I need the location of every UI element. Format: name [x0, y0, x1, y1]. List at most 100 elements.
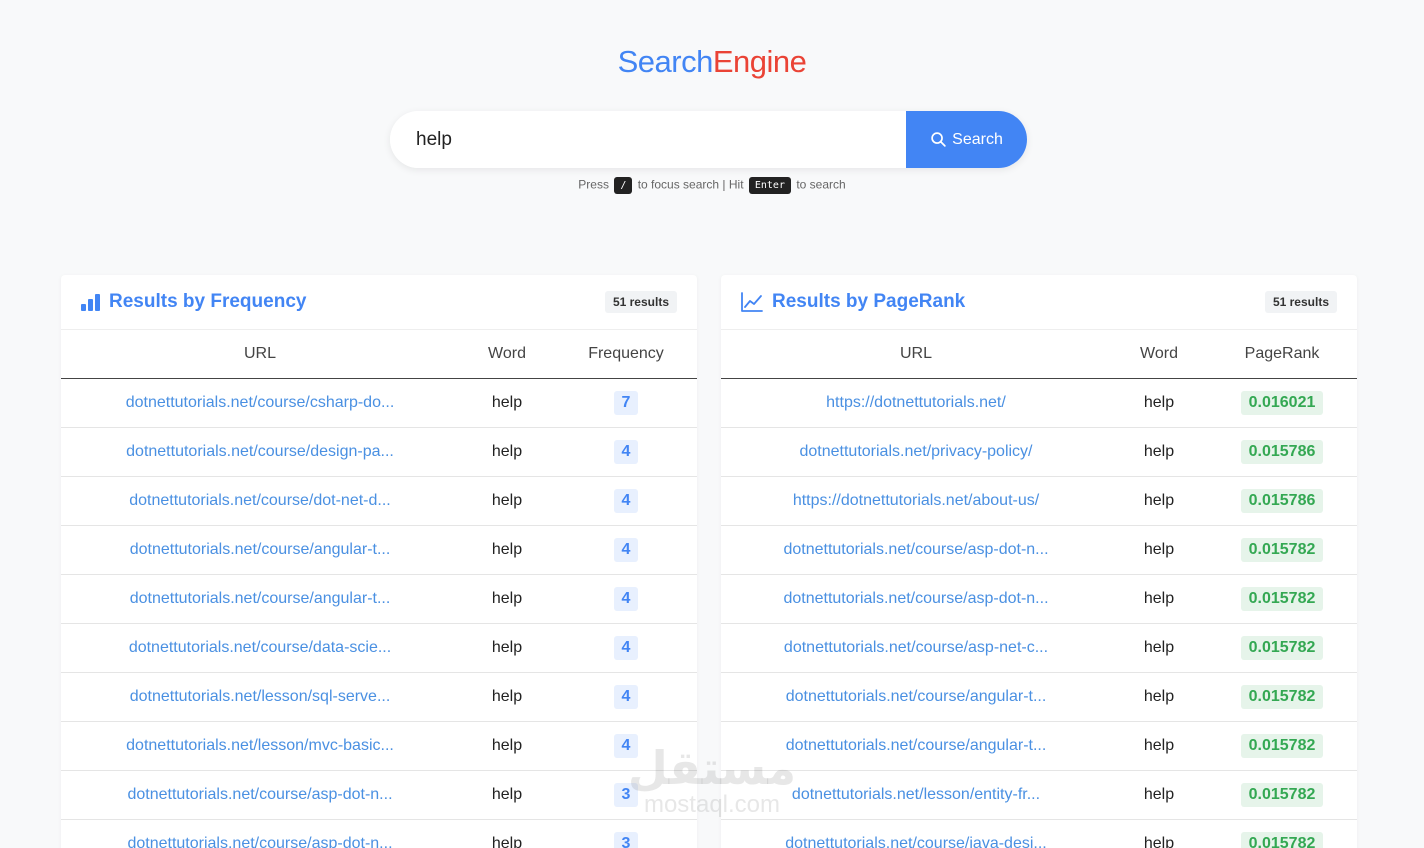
frequency-badge: 4 [614, 537, 638, 562]
pagerank-title-text: Results by PageRank [772, 291, 966, 312]
line-chart-icon [741, 292, 763, 312]
table-row: dotnettutorials.net/course/asp-dot-n... h… [61, 770, 697, 820]
search-icon [931, 132, 946, 147]
result-link[interactable]: dotnettutorials.net/course/asp-net-c... [784, 639, 1048, 656]
result-link[interactable]: dotnettutorials.net/privacy-policy/ [800, 443, 1033, 460]
result-link[interactable]: dotnettutorials.net/course/design-pa... [126, 443, 394, 460]
table-row: dotnettutorials.net/course/angular-t... h… [61, 574, 697, 624]
result-link[interactable]: dotnettutorials.net/lesson/entity-fr... [792, 786, 1040, 803]
search-bar: Search [390, 111, 1027, 168]
pagerank-badge: 0.015782 [1240, 684, 1324, 709]
logo-part-search: Search [617, 44, 714, 79]
pagerank-panel-header: Results by PageRank 51 results [721, 275, 1357, 330]
word-cell: help [459, 427, 555, 477]
frequency-badge: 4 [614, 684, 638, 709]
word-cell: help [459, 721, 555, 771]
word-cell: help [1111, 672, 1207, 722]
col-url[interactable]: URL [721, 330, 1111, 379]
frequency-badge: 4 [614, 586, 638, 611]
word-cell: help [1111, 427, 1207, 477]
url-cell: dotnettutorials.net/course/angular-t... [721, 672, 1111, 722]
word-cell: help [1111, 574, 1207, 624]
result-link[interactable]: dotnettutorials.net/course/angular-t... [786, 737, 1047, 754]
frequency-badge: 4 [614, 439, 638, 464]
pagerank-cell: 0.015782 [1207, 623, 1357, 673]
pagerank-cell: 0.016021 [1207, 378, 1357, 428]
frequency-cell: 4 [555, 721, 697, 771]
frequency-cell: 4 [555, 427, 697, 477]
result-link[interactable]: dotnettutorials.net/course/csharp-do... [126, 394, 395, 411]
frequency-badge: 3 [614, 782, 638, 807]
url-cell: dotnettutorials.net/course/csharp-do... [61, 378, 459, 428]
pagerank-badge: 0.015786 [1240, 439, 1324, 464]
col-word[interactable]: Word [1111, 330, 1207, 379]
word-cell: help [459, 525, 555, 575]
col-frequency[interactable]: Frequency [555, 330, 697, 379]
result-link[interactable]: dotnettutorials.net/course/angular-t... [130, 590, 391, 607]
table-row: dotnettutorials.net/course/asp-dot-n... h… [721, 525, 1357, 575]
result-link[interactable]: dotnettutorials.net/lesson/mvc-basic... [126, 737, 394, 754]
url-cell: dotnettutorials.net/lesson/mvc-basic... [61, 721, 459, 771]
table-row: dotnettutorials.net/course/dot-net-d... h… [61, 476, 697, 526]
result-link[interactable]: dotnettutorials.net/course/asp-dot-n... [127, 835, 392, 848]
frequency-cell: 4 [555, 525, 697, 575]
result-link[interactable]: dotnettutorials.net/course/dot-net-d... [129, 492, 390, 509]
pagerank-cell: 0.015782 [1207, 525, 1357, 575]
result-link[interactable]: dotnettutorials.net/course/asp-dot-n... [783, 541, 1048, 558]
frequency-table-header: URL Word Frequency [61, 330, 697, 379]
frequency-cell: 4 [555, 476, 697, 526]
col-pagerank[interactable]: PageRank [1207, 330, 1357, 379]
result-link[interactable]: dotnettutorials.net/course/data-scie... [129, 639, 391, 656]
table-row: dotnettutorials.net/course/angular-t... h… [61, 525, 697, 575]
result-link[interactable]: dotnettutorials.net/course/asp-dot-n... [127, 786, 392, 803]
pagerank-cell: 0.015786 [1207, 476, 1357, 526]
word-cell: help [1111, 770, 1207, 820]
col-word[interactable]: Word [459, 330, 555, 379]
frequency-cell: 7 [555, 378, 697, 428]
word-cell: help [1111, 623, 1207, 673]
bar-chart-icon [81, 293, 100, 311]
url-cell: dotnettutorials.net/course/asp-dot-n... [721, 574, 1111, 624]
result-link[interactable]: dotnettutorials.net/course/asp-dot-n... [783, 590, 1048, 607]
table-row: dotnettutorials.net/course/data-scie... h… [61, 623, 697, 673]
pagerank-count-badge: 51 results [1264, 291, 1337, 313]
col-url[interactable]: URL [61, 330, 459, 379]
url-cell: dotnettutorials.net/privacy-policy/ [721, 427, 1111, 477]
url-cell: dotnettutorials.net/course/design-pa... [61, 427, 459, 477]
word-cell: help [459, 672, 555, 722]
table-row: dotnettutorials.net/lesson/entity-fr... h… [721, 770, 1357, 820]
search-button[interactable]: Search [906, 111, 1027, 168]
word-cell: help [459, 770, 555, 820]
search-button-label: Search [952, 130, 1003, 148]
result-link[interactable]: dotnettutorials.net/course/angular-t... [786, 688, 1047, 705]
word-cell: help [1111, 819, 1207, 848]
logo-part-engine: Engine [712, 44, 807, 79]
table-row: dotnettutorials.net/course/asp-net-c... h… [721, 623, 1357, 673]
table-row: dotnettutorials.net/course/asp-dot-n... h… [61, 819, 697, 848]
url-cell: dotnettutorials.net/course/java-desi... [721, 819, 1111, 848]
frequency-count-badge: 51 results [604, 291, 677, 313]
result-link[interactable]: dotnettutorials.net/lesson/sql-serve... [130, 688, 391, 705]
table-row: dotnettutorials.net/course/asp-dot-n... h… [721, 574, 1357, 624]
url-cell: dotnettutorials.net/course/asp-dot-n... [61, 770, 459, 820]
word-cell: help [459, 574, 555, 624]
table-row: dotnettutorials.net/course/design-pa... h… [61, 427, 697, 477]
url-cell: dotnettutorials.net/course/angular-t... [61, 525, 459, 575]
site-logo[interactable]: SearchEngine [0, 44, 1424, 80]
pagerank-panel-title: Results by PageRank [741, 291, 965, 313]
frequency-badge: 4 [614, 733, 638, 758]
frequency-cell: 4 [555, 623, 697, 673]
search-input[interactable] [390, 111, 906, 168]
result-link[interactable]: https://dotnettutorials.net/ [826, 394, 1006, 411]
frequency-cell: 4 [555, 574, 697, 624]
url-cell: dotnettutorials.net/lesson/entity-fr... [721, 770, 1111, 820]
pagerank-table: URL Word PageRank https://dotnettutorial… [721, 330, 1357, 848]
result-link[interactable]: https://dotnettutorials.net/about-us/ [793, 492, 1039, 509]
result-link[interactable]: dotnettutorials.net/course/angular-t... [130, 541, 391, 558]
pagerank-badge: 0.016021 [1240, 390, 1324, 415]
url-cell: dotnettutorials.net/course/asp-dot-n... [61, 819, 459, 848]
pagerank-cell: 0.015782 [1207, 721, 1357, 771]
url-cell: dotnettutorials.net/course/asp-dot-n... [721, 525, 1111, 575]
pagerank-badge: 0.015782 [1240, 586, 1324, 611]
result-link[interactable]: dotnettutorials.net/course/java-desi... [785, 835, 1046, 848]
